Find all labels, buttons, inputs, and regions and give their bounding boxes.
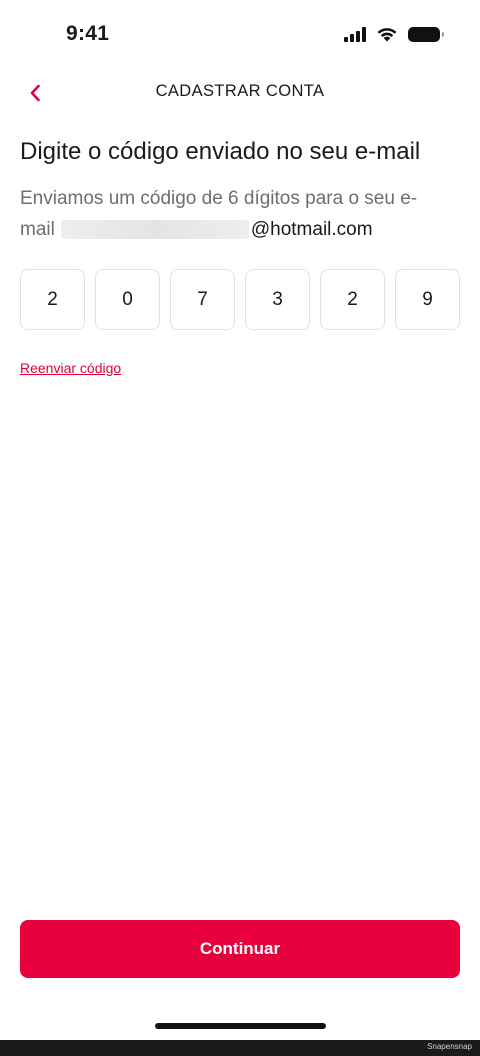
nav-header: CADASTRAR CONTA (0, 72, 480, 112)
page-title: CADASTRAR CONTA (155, 82, 325, 100)
code-digit-6[interactable]: 9 (395, 269, 460, 330)
status-icons (344, 26, 444, 42)
verification-heading: Digite o código enviado no seu e-mail (20, 138, 421, 165)
email-prefix-text: mail (20, 219, 55, 240)
continue-button[interactable]: Continuar (20, 920, 460, 978)
code-digit-2[interactable]: 0 (95, 269, 160, 330)
cellular-signal-icon (344, 26, 366, 42)
bottom-strip: Snapensnap (0, 1040, 480, 1056)
resend-code-link[interactable]: Reenviar código (20, 360, 121, 376)
status-time: 9:41 (66, 22, 110, 45)
battery-icon (408, 26, 444, 42)
home-indicator[interactable] (155, 1023, 326, 1029)
email-line: mail @hotmail.com (20, 214, 460, 245)
watermark-text: Snapensnap (427, 1042, 472, 1051)
description-line: Enviamos um código de 6 dígitos para o s… (20, 188, 418, 209)
verification-description: Enviamos um código de 6 dígitos para o s… (20, 183, 460, 245)
code-input-row: 2 0 7 3 2 9 (20, 269, 460, 330)
wifi-icon (377, 28, 397, 42)
code-digit-5[interactable]: 2 (320, 269, 385, 330)
code-digit-4[interactable]: 3 (245, 269, 310, 330)
code-digit-1[interactable]: 2 (20, 269, 85, 330)
masked-email-redaction (60, 220, 249, 239)
code-digit-3[interactable]: 7 (170, 269, 235, 330)
status-bar: 9:41 (0, 0, 480, 72)
email-domain-text: @hotmail.com (250, 219, 373, 240)
